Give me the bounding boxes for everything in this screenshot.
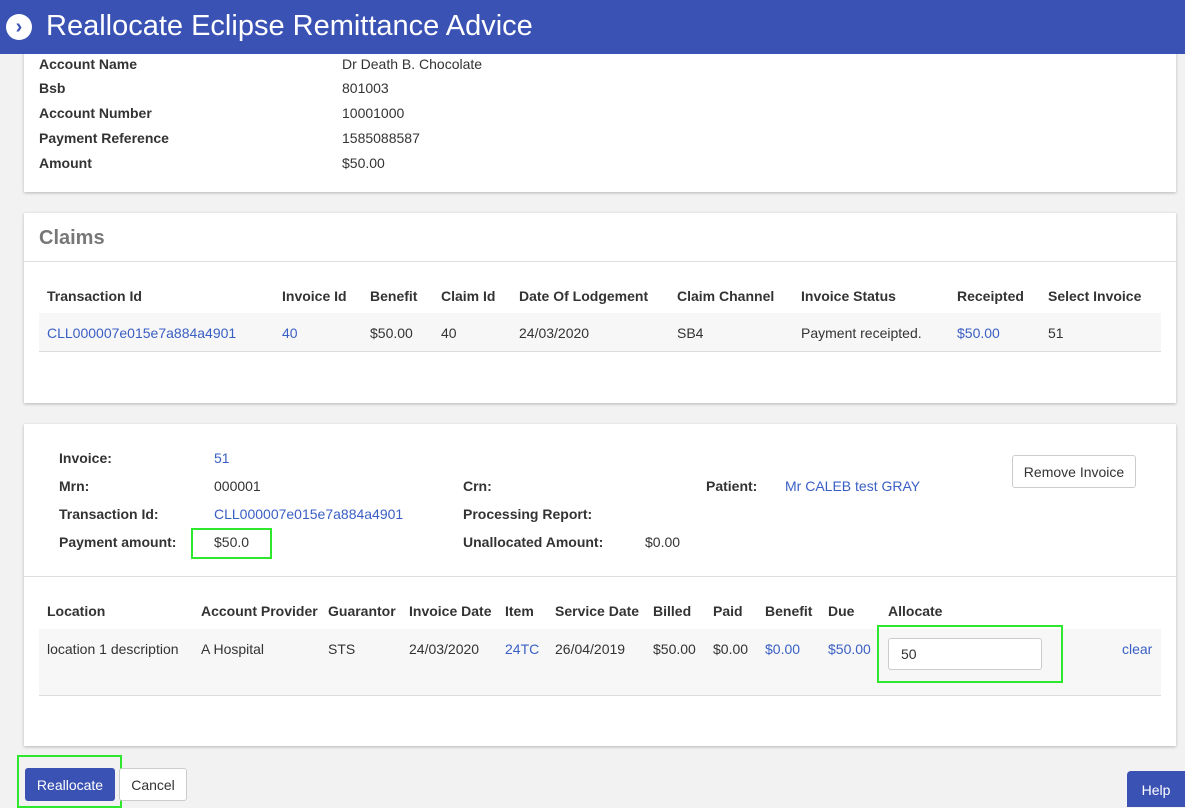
page-title: Reallocate Eclipse Remittance Advice xyxy=(46,10,533,42)
bsb-value: 801003 xyxy=(342,80,389,96)
row-paid: $0.00 xyxy=(713,641,749,657)
col-invoice-date: Invoice Date xyxy=(409,603,492,619)
header-background: › Reallocate Eclipse Remittance Advice xyxy=(0,0,1185,54)
invoice-value-link[interactable]: 51 xyxy=(214,450,230,466)
col-claim-id: Claim Id xyxy=(441,288,496,304)
claim-lodgement-date: 24/03/2020 xyxy=(519,325,590,341)
claim-select-invoice: 51 xyxy=(1048,325,1064,341)
patient-label: Patient: xyxy=(706,478,758,494)
remove-invoice-button[interactable]: Remove Invoice xyxy=(1012,455,1136,488)
col-item: Item xyxy=(505,603,534,619)
col-invoice-status: Invoice Status xyxy=(801,288,896,304)
claims-divider xyxy=(24,261,1176,262)
invoice-label: Invoice: xyxy=(59,450,112,466)
invoice-divider xyxy=(24,576,1176,577)
col-service-date: Service Date xyxy=(555,603,640,619)
col-guarantor: Guarantor xyxy=(328,603,396,619)
processing-report-label: Processing Report: xyxy=(463,506,593,522)
claims-title: Claims xyxy=(39,227,105,249)
col-location: Location xyxy=(47,603,106,619)
transaction-id-link[interactable]: CLL000007e015e7a884a4901 xyxy=(214,506,403,522)
claim-invoice-link[interactable]: 40 xyxy=(282,325,298,341)
clear-link[interactable]: clear xyxy=(1122,641,1152,657)
col-billed: Billed xyxy=(653,603,692,619)
reallocate-button[interactable]: Reallocate xyxy=(25,768,115,801)
col-account-provider: Account Provider xyxy=(201,603,318,619)
mrn-value: 000001 xyxy=(214,478,261,494)
claim-invoice-status: Payment receipted. xyxy=(801,325,922,341)
col-benefit: Benefit xyxy=(370,288,418,304)
claim-benefit: $50.00 xyxy=(370,325,413,341)
row-billed: $50.00 xyxy=(653,641,696,657)
chevron-right-icon[interactable]: › xyxy=(6,14,32,40)
unallocated-amount-value: $0.00 xyxy=(645,534,681,550)
payment-reference-label: Payment Reference xyxy=(39,130,169,146)
patient-link[interactable]: Mr CALEB test GRAY xyxy=(785,478,920,494)
claims-table-row: CLL000007e015e7a884a4901 40 $50.00 40 24… xyxy=(39,313,1161,352)
claim-receipted-link[interactable]: $50.00 xyxy=(957,325,1000,341)
amount-label: Amount xyxy=(39,155,92,171)
bsb-label: Bsb xyxy=(39,80,66,96)
col-due: Due xyxy=(828,603,855,619)
col-paid: Paid xyxy=(713,603,743,619)
account-name-value: Dr Death B. Chocolate xyxy=(342,56,483,72)
col-claim-channel: Claim Channel xyxy=(677,288,775,304)
row-due-link[interactable]: $50.00 xyxy=(828,641,871,657)
col-receipted: Receipted xyxy=(957,288,1024,304)
col-date-of-lodgement: Date Of Lodgement xyxy=(519,288,649,304)
account-details-card: Account Name Dr Death B. Chocolate Bsb 8… xyxy=(24,40,1176,192)
account-number-label: Account Number xyxy=(39,105,152,121)
allocate-highlight xyxy=(877,625,1063,683)
cancel-button[interactable]: Cancel xyxy=(119,768,187,801)
invoice-card: Invoice: 51 Mrn: 000001 Transaction Id: … xyxy=(24,424,1176,746)
account-number-value: 10001000 xyxy=(342,105,405,121)
unallocated-amount-label: Unallocated Amount: xyxy=(463,534,604,550)
account-name-label: Account Name xyxy=(39,56,138,72)
row-guarantor: STS xyxy=(328,641,356,657)
row-location: location 1 description xyxy=(47,641,179,657)
row-account-provider: A Hospital xyxy=(201,641,265,657)
help-button[interactable]: Help xyxy=(1127,771,1185,807)
col-invoice-id: Invoice Id xyxy=(282,288,347,304)
row-invoice-date: 24/03/2020 xyxy=(409,641,480,657)
claims-card: Claims Transaction Id Invoice Id Benefit… xyxy=(24,213,1176,403)
row-benefit-link[interactable]: $0.00 xyxy=(765,641,800,657)
amount-value: $50.00 xyxy=(342,155,385,171)
claim-id: 40 xyxy=(441,325,457,341)
payment-reference-value: 1585088587 xyxy=(342,130,420,146)
claim-channel: SB4 xyxy=(677,325,704,341)
col-transaction-id: Transaction Id xyxy=(47,288,142,304)
mrn-label: Mrn: xyxy=(59,478,90,494)
crn-label: Crn: xyxy=(463,478,492,494)
row-service-date: 26/04/2019 xyxy=(555,641,626,657)
col-select-invoice: Select Invoice xyxy=(1048,288,1142,304)
payment-amount-label: Payment amount: xyxy=(59,534,177,550)
payment-amount-highlight xyxy=(191,528,272,559)
col-benefit-invoice: Benefit xyxy=(765,603,813,619)
col-allocate: Allocate xyxy=(888,603,943,619)
transaction-id-label: Transaction Id: xyxy=(59,506,159,522)
row-item-link[interactable]: 24TC xyxy=(505,641,539,657)
claim-transaction-link[interactable]: CLL000007e015e7a884a4901 xyxy=(47,325,236,341)
